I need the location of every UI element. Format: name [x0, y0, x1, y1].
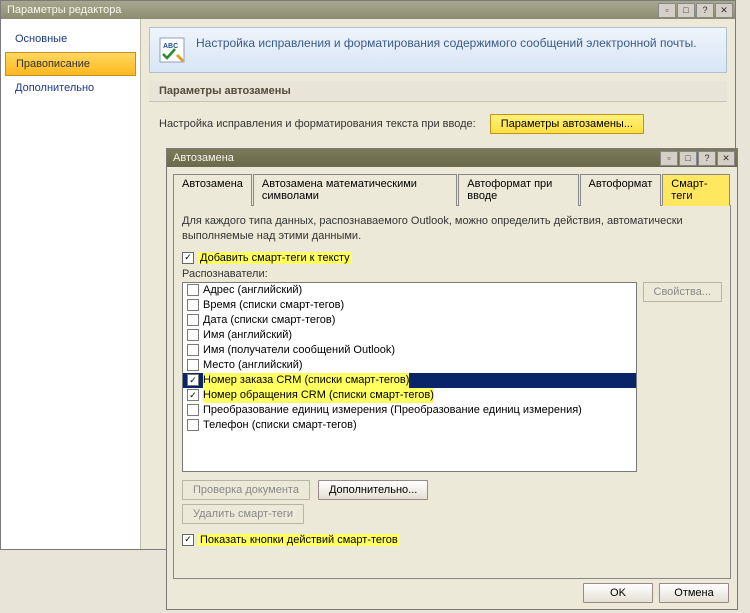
restore-button[interactable]: ▫: [658, 3, 676, 18]
tab-strip: Автозамена Автозамена математическими си…: [173, 173, 731, 206]
delete-tags-row: Удалить смарт-теги: [182, 504, 722, 524]
recognizer-label: Номер заказа CRM (списки смарт-тегов): [203, 373, 409, 388]
sidebar-item-advanced[interactable]: Дополнительно: [1, 76, 140, 101]
tab-smart-tags[interactable]: Смарт-теги: [662, 174, 730, 206]
close-button[interactable]: ✕: [715, 3, 733, 18]
recognizers-listbox[interactable]: Адрес (английский)Время (списки смарт-те…: [182, 282, 637, 472]
banner: ABC Настройка исправления и форматирован…: [149, 27, 727, 73]
dialog-body: Автозамена Автозамена математическими си…: [167, 167, 737, 609]
recognizer-checkbox[interactable]: [187, 284, 199, 296]
recognizer-checkbox[interactable]: ✓: [187, 374, 199, 386]
document-check-row: Проверка документа Дополнительно...: [182, 480, 722, 500]
recognizer-checkbox[interactable]: [187, 314, 199, 326]
recognizer-item[interactable]: ✓ Номер заказа CRM (списки смарт-тегов): [183, 373, 636, 388]
show-actions-label: Показать кнопки действий смарт-тегов: [198, 534, 400, 546]
window-controls: ▫ □ ? ✕: [657, 3, 733, 18]
add-smart-tags-label: Добавить смарт-теги к тексту: [198, 252, 352, 264]
add-smart-tags-checkbox[interactable]: ✓: [182, 252, 194, 264]
sidebar-item-spelling[interactable]: Правописание: [5, 52, 136, 76]
cancel-button[interactable]: Отмена: [659, 583, 729, 603]
recognizer-item[interactable]: Адрес (английский): [183, 283, 636, 298]
recognizer-label: Адрес (английский): [203, 283, 302, 298]
properties-button: Свойства...: [643, 282, 722, 302]
recognizer-item[interactable]: Телефон (списки смарт-тегов): [183, 418, 636, 433]
delete-smart-tags-button: Удалить смарт-теги: [182, 504, 304, 524]
recognizer-label: Телефон (списки смарт-тегов): [203, 418, 357, 433]
recognizer-item[interactable]: Время (списки смарт-тегов): [183, 298, 636, 313]
tab-autoformat-typing[interactable]: Автоформат при вводе: [458, 174, 578, 206]
recognizer-checkbox[interactable]: [187, 299, 199, 311]
ok-button[interactable]: OK: [583, 583, 653, 603]
recognizer-checkbox[interactable]: [187, 419, 199, 431]
dialog-help-button[interactable]: ?: [698, 151, 716, 166]
autocorrect-dialog: Автозамена ▫ □ ? ✕ Автозамена Автозамена…: [166, 148, 738, 610]
banner-text: Настройка исправления и форматирования с…: [196, 36, 697, 64]
recognizer-label: Имя (получатели сообщений Outlook): [203, 343, 395, 358]
dialog-restore-button[interactable]: ▫: [660, 151, 678, 166]
autocorrect-section-header: Параметры автозамены: [149, 81, 727, 102]
show-actions-checkbox[interactable]: ✓: [182, 534, 194, 546]
tab-autoformat[interactable]: Автоформат: [580, 174, 662, 206]
recognizer-checkbox[interactable]: [187, 404, 199, 416]
recognizer-item[interactable]: Дата (списки смарт-тегов): [183, 313, 636, 328]
check-document-button: Проверка документа: [182, 480, 310, 500]
dialog-footer: OK Отмена: [173, 579, 731, 603]
recognizer-label: Дата (списки смарт-тегов): [203, 313, 335, 328]
sidebar-item-general[interactable]: Основные: [1, 27, 140, 52]
recognizer-label: Преобразование единиц измерения (Преобра…: [203, 403, 582, 418]
help-button[interactable]: ?: [696, 3, 714, 18]
recognizer-label: Имя (английский): [203, 328, 292, 343]
show-actions-row: ✓ Показать кнопки действий смарт-тегов: [182, 534, 722, 546]
svg-text:ABC: ABC: [163, 43, 178, 50]
recognizer-item[interactable]: ✓ Номер обращения CRM (списки смарт-тегов…: [183, 388, 636, 403]
more-options-button[interactable]: Дополнительно...: [318, 480, 428, 500]
window-title: Параметры редактора: [3, 4, 657, 16]
autocorrect-options-button[interactable]: Параметры автозамены...: [490, 114, 644, 134]
recognizer-label: Место (английский): [203, 358, 303, 373]
recognizer-checkbox[interactable]: ✓: [187, 389, 199, 401]
autocorrect-titlebar: Автозамена ▫ □ ? ✕: [167, 149, 737, 167]
sidebar: Основные Правописание Дополнительно: [1, 19, 141, 549]
tab-autocorrect[interactable]: Автозамена: [173, 174, 252, 206]
smart-tags-panel: Для каждого типа данных, распознаваемого…: [173, 206, 731, 579]
autocorrect-params-label: Настройка исправления и форматирования т…: [159, 118, 476, 130]
recognizer-label: Время (списки смарт-тегов): [203, 298, 344, 313]
recognizer-item[interactable]: Имя (английский): [183, 328, 636, 343]
dialog-close-button[interactable]: ✕: [717, 151, 735, 166]
listbox-side-buttons: Свойства...: [643, 282, 722, 472]
recognizer-item[interactable]: Место (английский): [183, 358, 636, 373]
recognizer-label: Номер обращения CRM (списки смарт-тегов): [203, 388, 434, 403]
autocorrect-params-row: Настройка исправления и форматирования т…: [149, 102, 727, 146]
recognizer-item[interactable]: Имя (получатели сообщений Outlook): [183, 343, 636, 358]
dialog-title: Автозамена: [169, 152, 659, 164]
maximize-button[interactable]: □: [677, 3, 695, 18]
recognizer-checkbox[interactable]: [187, 359, 199, 371]
recognizer-checkbox[interactable]: [187, 344, 199, 356]
abc-check-icon: ABC: [158, 36, 186, 64]
editor-options-titlebar: Параметры редактора ▫ □ ? ✕: [1, 1, 735, 19]
smart-tags-description: Для каждого типа данных, распознаваемого…: [182, 214, 722, 244]
recognizer-item[interactable]: Преобразование единиц измерения (Преобра…: [183, 403, 636, 418]
recognizer-checkbox[interactable]: [187, 329, 199, 341]
tab-math-autocorrect[interactable]: Автозамена математическими символами: [253, 174, 457, 206]
recognizers-label: Распознаватели:: [182, 268, 722, 280]
dialog-window-controls: ▫ □ ? ✕: [659, 151, 735, 166]
add-smart-tags-row: ✓ Добавить смарт-теги к тексту: [182, 252, 722, 264]
dialog-maximize-button[interactable]: □: [679, 151, 697, 166]
recognizers-row: Адрес (английский)Время (списки смарт-те…: [182, 282, 722, 472]
